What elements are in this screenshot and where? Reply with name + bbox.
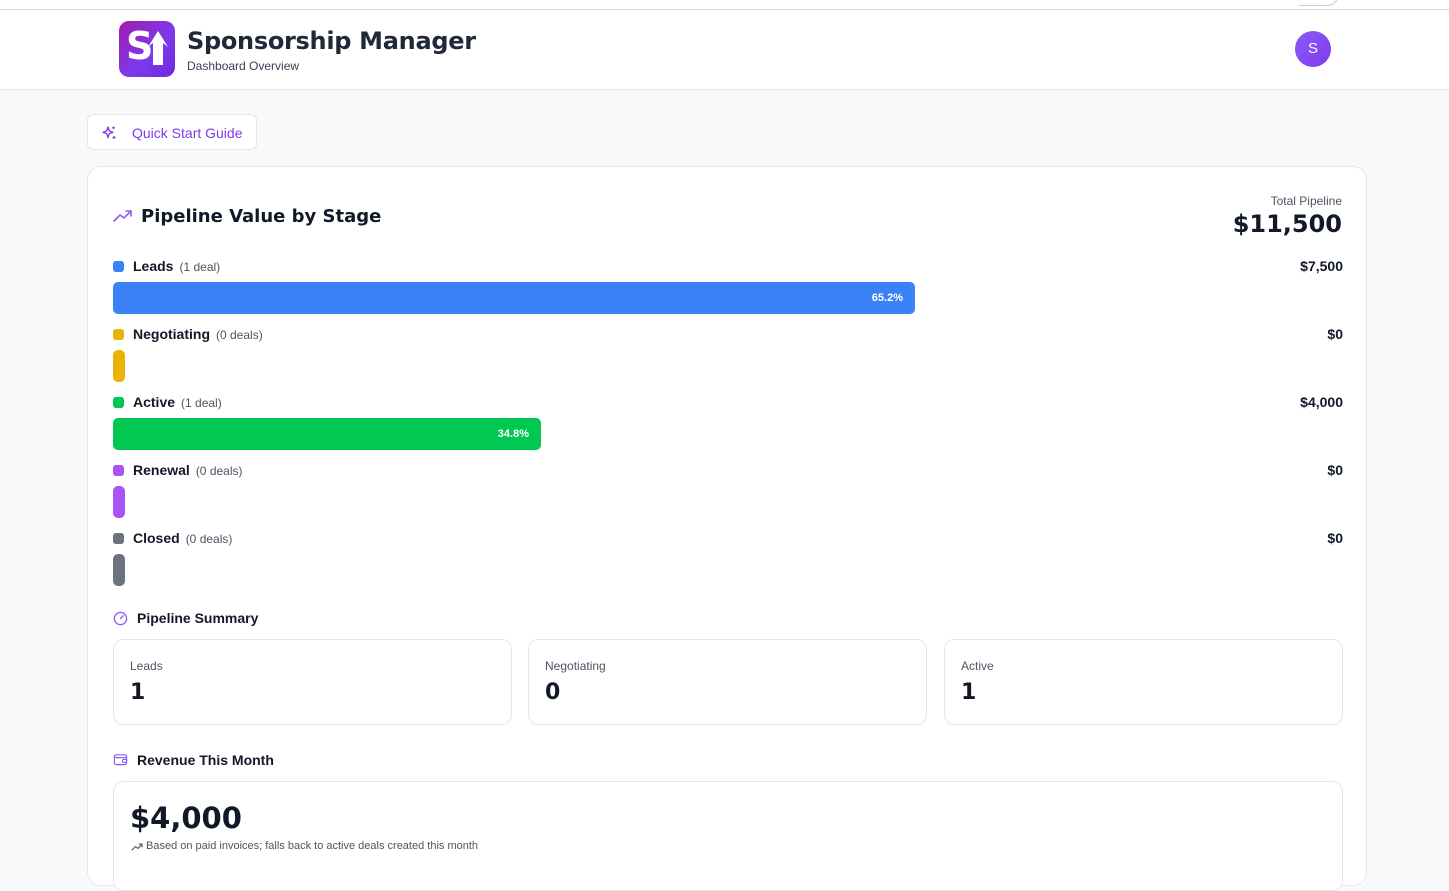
stage-row-renewal: Renewal (0 deals) $0 xyxy=(113,462,1343,528)
app-header: S Sponsorship Manager Dashboard Overview… xyxy=(0,10,1449,90)
pipeline-title: Pipeline Value by Stage xyxy=(141,206,382,227)
stage-name: Renewal (0 deals) xyxy=(133,462,243,478)
revenue-title: Revenue This Month xyxy=(137,752,274,768)
stage-row-negotiating: Negotiating (0 deals) $0 xyxy=(113,326,1343,392)
stage-color-dot xyxy=(113,329,124,340)
app-logo[interactable]: S xyxy=(119,21,175,77)
stage-bar: 65.2% xyxy=(113,282,915,314)
stage-deal-count: (0 deals) xyxy=(216,328,263,342)
stage-name: Closed (0 deals) xyxy=(133,530,233,546)
summary-value: 0 xyxy=(545,680,561,705)
revenue-note: Based on paid invoices; falls back to ac… xyxy=(146,840,479,852)
gauge-icon xyxy=(113,611,128,626)
trending-up-small-icon xyxy=(131,843,143,851)
stage-color-dot xyxy=(113,261,124,272)
user-avatar[interactable]: S xyxy=(1295,31,1331,67)
stage-deal-count: (1 deal) xyxy=(179,260,221,274)
sparkles-icon xyxy=(102,126,116,139)
stage-amount: $0 xyxy=(1327,462,1343,478)
stage-row-leads: Leads (1 deal) $7,500 65.2% xyxy=(113,258,1343,324)
summary-value: 1 xyxy=(130,680,146,705)
logo-arrow-icon xyxy=(148,31,168,65)
revenue-value: $4,000 xyxy=(130,801,242,835)
pipeline-card: Pipeline Value by Stage Total Pipeline $… xyxy=(87,166,1367,891)
stage-bar xyxy=(113,350,125,382)
stage-bar xyxy=(113,554,125,586)
stage-deal-count: (1 deal) xyxy=(181,396,222,410)
stage-deal-count: (0 deals) xyxy=(185,532,233,546)
stage-amount: $4,000 xyxy=(1300,394,1343,410)
summary-box-active: Active 1 xyxy=(944,639,1343,725)
stage-row-active: Active (1 deal) $4,000 34.8% xyxy=(113,394,1343,460)
stage-deal-count: (0 deals) xyxy=(195,464,243,478)
pipeline-summary-title: Pipeline Summary xyxy=(137,610,259,626)
quick-start-label: Quick Start Guide xyxy=(132,125,243,141)
summary-box-negotiating: Negotiating 0 xyxy=(528,639,927,725)
app-title: Sponsorship Manager xyxy=(187,27,476,55)
total-pipeline-label: Total Pipeline xyxy=(1270,194,1342,208)
stage-amount: $0 xyxy=(1327,530,1343,546)
total-pipeline-value: $11,500 xyxy=(1232,210,1342,238)
summary-box-leads: Leads 1 xyxy=(113,639,512,725)
trending-up-icon xyxy=(113,210,132,222)
wallet-icon xyxy=(113,754,128,766)
stage-name: Leads (1 deal) xyxy=(133,258,221,274)
stage-name: Active (1 deal) xyxy=(133,394,222,410)
browser-top-edge xyxy=(0,0,1449,10)
summary-label: Negotiating xyxy=(545,659,606,673)
stage-bar xyxy=(113,486,125,518)
stage-amount: $0 xyxy=(1327,326,1343,342)
stage-name: Negotiating (0 deals) xyxy=(133,326,263,342)
quick-start-guide-button[interactable]: Quick Start Guide xyxy=(87,114,257,150)
summary-label: Active xyxy=(961,659,994,673)
stage-row-closed: Closed (0 deals) $0 xyxy=(113,530,1343,596)
stage-amount: $7,500 xyxy=(1300,258,1343,274)
stage-color-dot xyxy=(113,397,124,408)
revenue-box: $4,000 Based on paid invoices; falls bac… xyxy=(113,781,1343,891)
summary-value: 1 xyxy=(961,680,977,705)
stage-bar: 34.8% xyxy=(113,418,541,450)
summary-label: Leads xyxy=(130,659,163,673)
stage-color-dot xyxy=(113,465,124,476)
stage-color-dot xyxy=(113,533,124,544)
app-subtitle: Dashboard Overview xyxy=(187,59,300,73)
